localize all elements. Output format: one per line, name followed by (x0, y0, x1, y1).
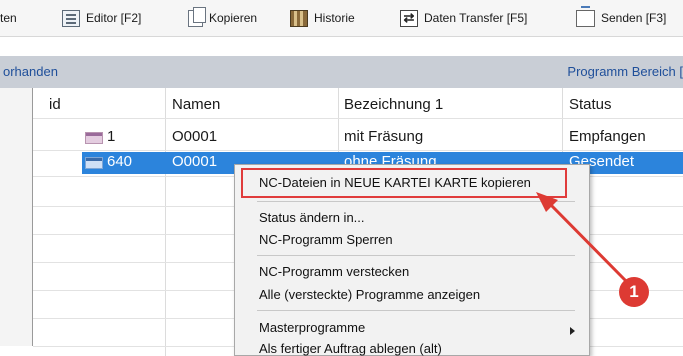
row-divider (33, 150, 683, 151)
cell-name: O0001 (172, 128, 218, 145)
copy-button-label: Kopieren (209, 11, 258, 25)
column-header-name[interactable]: Namen (172, 96, 220, 113)
menu-separator (257, 310, 575, 311)
column-header-description[interactable]: Bezeichnung 1 (344, 96, 443, 113)
history-icon (290, 9, 308, 27)
cell-id: 640 (107, 153, 133, 170)
send-button[interactable]: Senden [F3] (576, 0, 666, 36)
column-header-id[interactable]: id (49, 96, 61, 113)
toolbar: ten Editor [F2] Kopieren Historie ⇄ Date… (0, 0, 683, 37)
menu-item-master-programs[interactable]: Masterprogramme (259, 320, 365, 335)
row-divider (33, 118, 683, 119)
menu-item-show-hidden-programs[interactable]: Alle (versteckte) Programme anzeigen (259, 287, 480, 302)
editor-button[interactable]: Editor [F2] (62, 0, 141, 36)
section-title: orhanden (3, 64, 58, 79)
menu-separator (257, 201, 575, 202)
program-area-label[interactable]: Programm Bereich [ (567, 56, 683, 88)
cell-name: O0001 (172, 153, 218, 170)
menu-item-archive-finished-order[interactable]: Als fertiger Auftrag ablegen (alt) (259, 341, 442, 356)
toolbar-item-truncated[interactable]: ten (0, 0, 17, 36)
toolbar-item-label: ten (0, 11, 17, 25)
data-transfer-button-label: Daten Transfer [F5] (424, 11, 528, 25)
cell-status: Empfangen (569, 128, 646, 145)
history-button[interactable]: Historie (290, 0, 355, 36)
section-header-band: orhanden Programm Bereich [ (0, 56, 683, 88)
editor-button-label: Editor [F2] (86, 11, 142, 25)
menu-item-lock-program[interactable]: NC-Programm Sperren (259, 232, 393, 247)
submenu-arrow-icon (570, 327, 575, 335)
history-button-label: Historie (314, 11, 355, 25)
editor-icon (62, 9, 80, 27)
program-file-icon (85, 132, 103, 144)
send-button-label: Senden [F3] (601, 11, 667, 25)
annotation-badge: 1 (619, 277, 649, 307)
menu-item-change-status[interactable]: Status ändern in... (259, 210, 365, 225)
left-panel (0, 88, 33, 346)
cell-description: mit Fräsung (344, 128, 424, 145)
cell-id: 1 (107, 128, 116, 145)
menu-separator (257, 255, 575, 256)
copy-button[interactable]: Kopieren (188, 0, 257, 36)
program-file-icon (85, 157, 103, 169)
transfer-arrows-icon: ⇄ (400, 9, 418, 27)
context-menu: NC-Dateien in NEUE KARTEI KARTE kopieren… (234, 164, 590, 356)
data-transfer-button[interactable]: ⇄ Daten Transfer [F5] (400, 0, 527, 36)
menu-item-copy-to-new-card[interactable]: NC-Dateien in NEUE KARTEI KARTE kopieren (259, 175, 531, 190)
menu-item-hide-program[interactable]: NC-Programm verstecken (259, 264, 409, 279)
send-icon (576, 5, 595, 27)
column-divider (165, 88, 166, 356)
column-header-status[interactable]: Status (569, 96, 612, 113)
copy-icon (188, 6, 206, 27)
